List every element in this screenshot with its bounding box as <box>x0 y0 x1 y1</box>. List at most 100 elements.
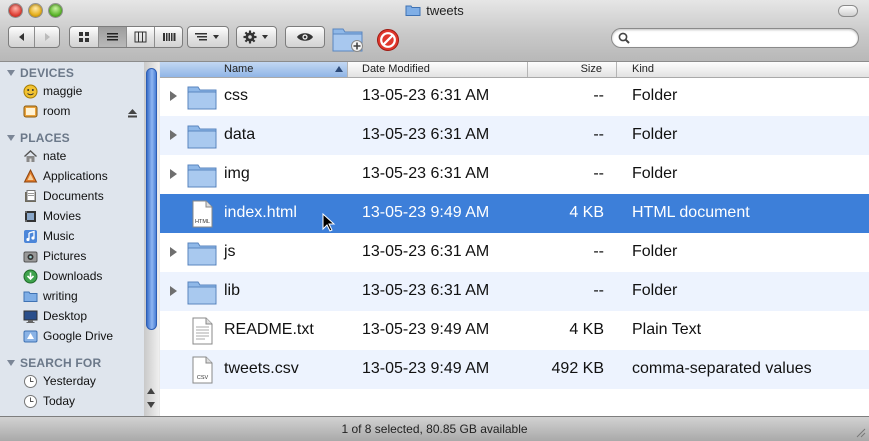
file-badge: CSV <box>197 375 209 381</box>
sidebar-item-writing[interactable]: writing <box>23 287 78 305</box>
sidebar-item-google-drive[interactable]: Google Drive <box>23 327 113 345</box>
applications-icon <box>23 168 38 184</box>
cover-flow-view-icon <box>162 33 175 41</box>
file-row[interactable]: img 13-05-23 6:31 AM -- Folder <box>160 155 869 194</box>
eject-button[interactable] <box>127 105 138 123</box>
size-column-header[interactable]: Size <box>528 62 617 77</box>
disclosure-triangle-icon[interactable] <box>170 169 177 179</box>
sidebar-item-room[interactable]: room <box>23 102 70 120</box>
disclosure-triangle-icon[interactable] <box>170 91 177 101</box>
scrollbar-thumb[interactable] <box>146 68 157 330</box>
sidebar-item-maggie[interactable]: maggie <box>23 82 82 100</box>
sidebar-item-label: writing <box>43 289 78 303</box>
file-kind: Folder <box>632 126 678 143</box>
column-label: Name <box>224 63 254 75</box>
sidebar-item-label: Movies <box>43 209 82 223</box>
user-icon <box>23 84 38 99</box>
file-name: index.html <box>224 204 297 221</box>
sidebar-section-search-for[interactable]: SEARCH FOR <box>7 356 101 370</box>
file-row[interactable]: js 13-05-23 6:31 AM -- Folder <box>160 233 869 272</box>
file-name: lib <box>224 282 241 299</box>
downloads-icon <box>23 269 38 284</box>
back-arrow-icon <box>18 33 24 41</box>
file-row[interactable]: data 13-05-23 6:31 AM -- Folder <box>160 116 869 155</box>
sidebar-scrollbar[interactable] <box>144 62 159 416</box>
icon-view-button[interactable] <box>70 27 98 47</box>
file-kind: Folder <box>632 282 678 299</box>
view-mode-control <box>69 26 183 48</box>
scroll-up-arrow[interactable] <box>147 388 155 394</box>
sidebar-item-applications[interactable]: Applications <box>23 167 108 185</box>
sidebar-item-label: Desktop <box>43 309 88 323</box>
sidebar-section-devices[interactable]: DEVICES <box>7 66 74 80</box>
search-field[interactable] <box>611 28 859 48</box>
sidebar-item-desktop[interactable]: Desktop <box>23 307 87 325</box>
sidebar-item-downloads[interactable]: Downloads <box>23 267 102 285</box>
file-row[interactable]: README.txt 13-05-23 9:49 AM 4 KB Plain T… <box>160 311 869 350</box>
home-icon <box>23 149 38 164</box>
disclosure-triangle-icon[interactable] <box>170 286 177 296</box>
file-date: 13-05-23 9:49 AM <box>362 360 490 377</box>
window-toolbar: tweets <box>0 0 869 62</box>
toolbar-toggle-button[interactable] <box>838 5 858 17</box>
new-folder-icon <box>332 28 363 52</box>
sort-ascending-icon <box>335 66 343 72</box>
column-label: Kind <box>632 63 655 75</box>
delete-button[interactable] <box>376 28 400 52</box>
search-icon <box>618 32 630 44</box>
sidebar-item-label: Documents <box>43 189 104 203</box>
arrange-button[interactable] <box>187 26 229 48</box>
disclosure-triangle-icon[interactable] <box>170 247 177 257</box>
file-size: 4 KB <box>569 204 604 221</box>
file-date: 13-05-23 6:31 AM <box>362 126 490 143</box>
sidebar-item-nate[interactable]: nate <box>23 147 66 165</box>
column-label: Date Modified <box>362 63 430 75</box>
sidebar-item-pictures[interactable]: Pictures <box>23 247 86 265</box>
sidebar-item-music[interactable]: Music <box>23 227 74 245</box>
file-kind: Folder <box>632 243 678 260</box>
column-view-button[interactable] <box>126 27 154 47</box>
file-size: 492 KB <box>551 360 604 377</box>
sidebar-section-places[interactable]: PLACES <box>7 131 70 145</box>
name-column-header[interactable]: Name <box>160 62 348 77</box>
music-icon <box>23 229 38 244</box>
file-name: css <box>224 87 248 104</box>
file-date: 13-05-23 9:49 AM <box>362 321 490 338</box>
kind-column-header[interactable]: Kind <box>617 62 869 77</box>
forward-arrow-icon <box>45 33 51 41</box>
resize-grip-icon[interactable] <box>854 426 866 438</box>
file-size: 4 KB <box>569 321 604 338</box>
action-button[interactable] <box>236 26 277 48</box>
file-row[interactable]: lib 13-05-23 6:31 AM -- Folder <box>160 272 869 311</box>
sidebar-item-today[interactable]: Today <box>23 392 75 410</box>
cover-flow-view-button[interactable] <box>154 27 182 47</box>
file-row-selected[interactable]: HTML index.html 13-05-23 9:49 AM 4 KB HT… <box>160 194 869 233</box>
back-button[interactable] <box>9 27 34 47</box>
disclosure-triangle-icon[interactable] <box>170 130 177 140</box>
folder-icon <box>187 164 217 188</box>
file-row[interactable]: CSV tweets.csv 13-05-23 9:49 AM 492 KB c… <box>160 350 869 389</box>
file-kind: comma-separated values <box>632 360 812 377</box>
mouse-pointer-icon <box>322 213 336 232</box>
file-row[interactable]: css 13-05-23 6:31 AM -- Folder <box>160 77 869 116</box>
desktop-icon <box>23 309 38 324</box>
sidebar-item-yesterday[interactable]: Yesterday <box>23 372 96 390</box>
list-view-button[interactable] <box>98 27 126 47</box>
file-kind: Folder <box>632 165 678 182</box>
date-column-header[interactable]: Date Modified <box>348 62 528 77</box>
window-title-text: tweets <box>426 3 464 18</box>
quick-look-button[interactable] <box>285 26 325 48</box>
sidebar-item-movies[interactable]: Movies <box>23 207 81 225</box>
forward-button[interactable] <box>34 27 59 47</box>
eye-icon <box>297 33 313 41</box>
window-title: tweets <box>0 3 869 18</box>
file-name: data <box>224 126 256 143</box>
new-folder-button[interactable] <box>332 24 364 52</box>
file-name: img <box>224 165 250 182</box>
sidebar-item-documents[interactable]: Documents <box>23 187 104 205</box>
file-size: -- <box>593 165 604 182</box>
file-size: -- <box>593 126 604 143</box>
scroll-down-arrow[interactable] <box>147 402 155 408</box>
search-input[interactable] <box>634 31 853 47</box>
folder-icon <box>187 281 217 305</box>
